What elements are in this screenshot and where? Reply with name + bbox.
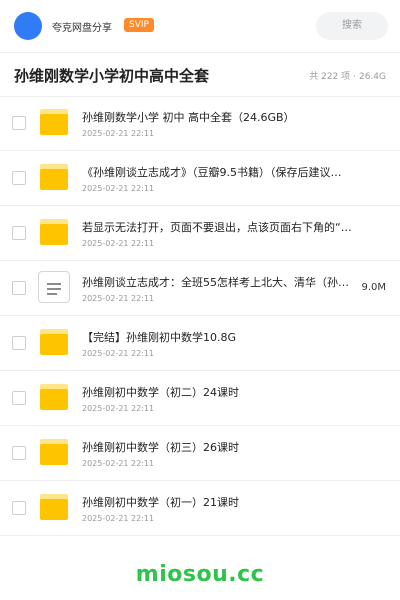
total-size: 26.4G — [358, 72, 386, 82]
file-name[interactable]: 【完结】孙维刚初中数学10.8G — [82, 329, 362, 345]
file-size: 9.0M — [361, 282, 386, 293]
row-checkbox[interactable] — [12, 281, 26, 295]
file-date: 2025-02-21 22:11 — [82, 239, 155, 248]
row-checkbox[interactable] — [12, 501, 26, 515]
row-checkbox[interactable] — [12, 226, 26, 240]
user-name[interactable]: 夸克网盘分享 — [52, 19, 112, 34]
file-name[interactable]: 孙维刚初中数学（初三）26课时 — [82, 439, 362, 455]
folder-icon — [40, 329, 68, 355]
row-checkbox[interactable] — [12, 446, 26, 460]
meta-separator: · — [353, 72, 356, 82]
watermark: miosou.cc — [135, 562, 265, 587]
item-count: 共 222 项 — [309, 72, 351, 82]
file-name[interactable]: 孙维刚数学小学 初中 高中全套（24.6GB） — [82, 109, 362, 125]
file-date: 2025-02-21 22:11 — [82, 404, 155, 413]
file-row[interactable]: 孙维刚初中数学（初三）26课时 2025-02-21 22:11 — [0, 426, 400, 481]
row-checkbox[interactable] — [12, 171, 26, 185]
file-row[interactable]: 【完结】孙维刚初中数学10.8G 2025-02-21 22:11 — [0, 316, 400, 371]
file-date: 2025-02-21 22:11 — [82, 294, 155, 303]
file-date: 2025-02-21 22:11 — [82, 514, 155, 523]
file-row[interactable]: 孙维刚初中数学（初二）24课时 2025-02-21 22:11 — [0, 371, 400, 426]
folder-icon — [40, 109, 68, 135]
svip-badge: SVIP — [124, 18, 154, 32]
top-bar: 夸克网盘分享 SVIP 搜索 — [0, 0, 400, 53]
file-date: 2025-02-21 22:11 — [82, 129, 155, 138]
folder-icon — [40, 384, 68, 410]
file-row[interactable]: 《孙维刚谈立志成才》（豆瓣9.5书籍）（保存后建议… 2025-02-21 22… — [0, 151, 400, 206]
file-date: 2025-02-21 22:11 — [82, 184, 155, 193]
file-date: 2025-02-21 22:11 — [82, 349, 155, 358]
title-row: 孙维刚数学小学初中高中全套 共 222 项 · 26.4G — [0, 52, 400, 97]
file-name[interactable]: 《孙维刚谈立志成才》（豆瓣9.5书籍）（保存后建议… — [82, 164, 362, 180]
file-row[interactable]: 若显示无法打开，页面不要退出，点该页面右下角的“小… 2025-02-21 22… — [0, 206, 400, 261]
file-name[interactable]: 若显示无法打开，页面不要退出，点该页面右下角的“小… — [82, 219, 362, 235]
row-checkbox[interactable] — [12, 391, 26, 405]
search-button[interactable]: 搜索 — [316, 12, 388, 40]
folder-icon — [40, 439, 68, 465]
row-checkbox[interactable] — [12, 116, 26, 130]
file-date: 2025-02-21 22:11 — [82, 459, 155, 468]
file-name[interactable]: 孙维刚谈立志成才：全班55怎样考上北大、清华（孙维… — [82, 274, 352, 290]
share-meta: 共 222 项 · 26.4G — [309, 69, 386, 82]
file-row[interactable]: 孙维刚谈立志成才：全班55怎样考上北大、清华（孙维… 2025-02-21 22… — [0, 261, 400, 316]
folder-icon — [40, 494, 68, 520]
document-icon — [38, 271, 70, 303]
folder-icon — [40, 164, 68, 190]
file-row[interactable]: 孙维刚数学小学 初中 高中全套（24.6GB） 2025-02-21 22:11 — [0, 96, 400, 151]
row-checkbox[interactable] — [12, 336, 26, 350]
page-title: 孙维刚数学小学初中高中全套 — [14, 67, 210, 85]
folder-icon — [40, 219, 68, 245]
file-list: 孙维刚数学小学 初中 高中全套（24.6GB） 2025-02-21 22:11… — [0, 96, 400, 536]
file-row[interactable]: 孙维刚初中数学（初一）21课时 2025-02-21 22:11 — [0, 481, 400, 536]
avatar[interactable] — [14, 12, 42, 40]
file-name[interactable]: 孙维刚初中数学（初一）21课时 — [82, 494, 362, 510]
file-name[interactable]: 孙维刚初中数学（初二）24课时 — [82, 384, 362, 400]
